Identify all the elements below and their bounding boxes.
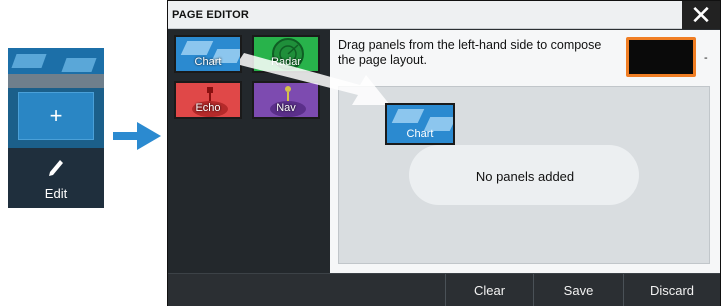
edit-button[interactable]: Edit <box>8 148 104 208</box>
dragged-chart-panel[interactable]: Chart <box>385 103 455 145</box>
page-editor-dialog: PAGE EDITOR ✕ Chart Radar Echo Nav Drag … <box>167 0 721 306</box>
color-swatch-button[interactable] <box>626 37 696 77</box>
panel-label: Chart <box>194 56 222 68</box>
dialog-title: PAGE EDITOR <box>172 9 249 21</box>
empty-message: No panels added <box>475 169 575 184</box>
pencil-icon <box>49 160 63 176</box>
panel-tile-chart[interactable]: Chart <box>174 35 242 73</box>
dragged-panel-label: Chart <box>406 128 434 140</box>
close-button[interactable]: ✕ <box>682 1 720 29</box>
title-bar: PAGE EDITOR ✕ <box>168 1 720 29</box>
clear-button[interactable]: Clear <box>445 274 533 306</box>
panel-label: Echo <box>195 102 221 114</box>
panel-tile-echo[interactable]: Echo <box>174 81 242 119</box>
chart-thumbnail <box>8 48 104 74</box>
add-page-area: + <box>8 88 104 148</box>
discard-button[interactable]: Discard <box>623 274 720 306</box>
edit-label: Edit <box>44 186 68 201</box>
footer-bar: Clear Save Discard <box>168 273 720 306</box>
save-button[interactable]: Save <box>533 274 623 306</box>
device-menu: + Edit <box>8 48 104 208</box>
add-page-button[interactable]: + <box>18 92 94 140</box>
arrow-right-icon <box>113 122 161 150</box>
dropdown-indicator: - <box>704 52 708 64</box>
divider <box>8 74 104 88</box>
drag-arrow-icon <box>240 53 390 105</box>
